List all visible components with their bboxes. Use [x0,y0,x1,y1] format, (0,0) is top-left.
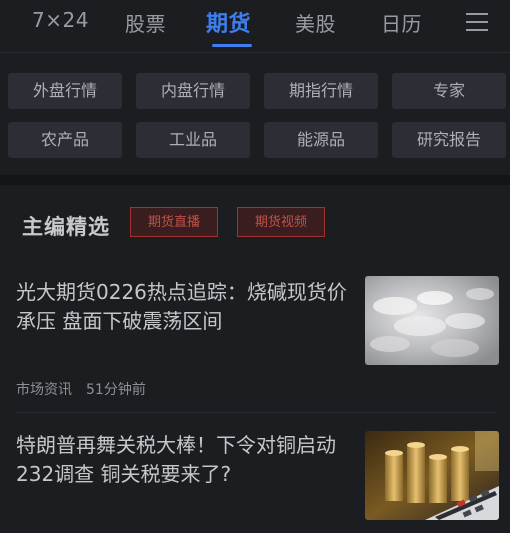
category-grid: 外盘行情 内盘行情 期指行情 专家 农产品 工业品 能源品 研究报告 [0,53,510,175]
active-tab-indicator [212,44,252,47]
news-title[interactable]: 特朗普再舞关税大棒！下令对铜启动232调查 铜关税要来了? [16,431,351,489]
app-screen: 7×24 股票 期货 美股 日历 外盘行情 内盘行情 期指行情 专家 农产品 工… [0,0,510,533]
news-time: 51分钟前 [86,382,146,398]
news-meta: 市场资讯 51分钟前 [16,379,146,399]
news-item[interactable]: 光大期货0226热点追踪：烧碱现货价承压 盘面下破震荡区间 市场资讯 51分钟前 [0,262,510,413]
section-divider [0,175,510,185]
tab-calendar[interactable]: 日历 [381,8,422,37]
crystal-photo-icon [365,276,499,365]
category-button-experts[interactable]: 专家 [392,73,506,109]
tab-futures[interactable]: 期货 [206,6,251,38]
category-button-agriculture[interactable]: 农产品 [8,122,122,158]
top-nav-bar: 7×24 股票 期货 美股 日历 [0,0,510,53]
news-thumbnail-image[interactable] [365,431,499,520]
editor-picks-header: 主编精选 期货直播 期货视频 [0,185,510,260]
tab-7x24[interactable]: 7×24 [32,8,89,32]
tab-us-stocks[interactable]: 美股 [295,8,336,37]
category-button-foreign-market[interactable]: 外盘行情 [8,73,122,109]
futures-live-button[interactable]: 期货直播 [130,207,218,237]
category-button-energy[interactable]: 能源品 [264,122,378,158]
category-button-index-futures[interactable]: 期指行情 [264,73,378,109]
tab-stocks[interactable]: 股票 [125,8,166,37]
category-button-industrial[interactable]: 工业品 [136,122,250,158]
news-thumbnail-image[interactable] [365,276,499,365]
category-button-research[interactable]: 研究报告 [392,122,506,158]
futures-video-button[interactable]: 期货视频 [237,207,325,237]
section-title: 主编精选 [22,215,110,239]
news-item[interactable]: 特朗普再舞关税大棒！下令对铜启动232调查 铜关税要来了? [0,413,510,533]
coins-calculator-photo-icon [365,431,499,520]
news-title[interactable]: 光大期货0226热点追踪：烧碱现货价承压 盘面下破震荡区间 [16,278,351,336]
category-button-domestic-market[interactable]: 内盘行情 [136,73,250,109]
hamburger-menu-icon[interactable] [466,13,488,31]
news-source: 市场资讯 [16,382,72,398]
